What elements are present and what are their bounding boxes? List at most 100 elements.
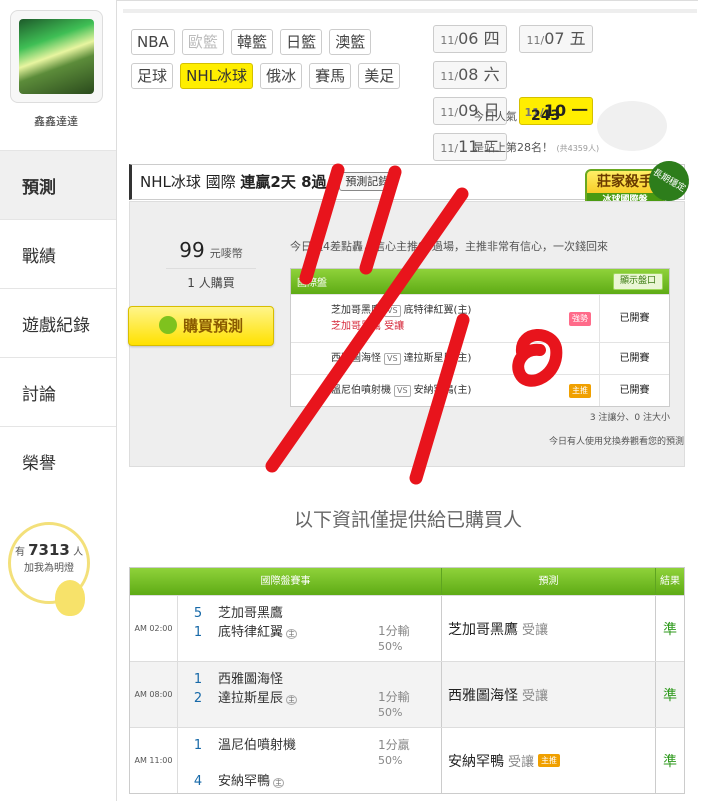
top-divider <box>123 9 697 13</box>
date-weekday: 四 <box>483 29 500 48</box>
team-name: 溫尼伯噴射機 <box>218 738 297 753</box>
popularity-label: 今日人氣 <box>473 110 517 123</box>
username: 鑫鑫達達 <box>34 115 78 128</box>
mini-table-header: 國際盤 顯示盤口 <box>291 269 669 294</box>
tab-korea-basketball[interactable]: 韓籃 <box>230 29 273 55</box>
pick-team: 安納罕鴨 <box>448 753 504 770</box>
pick-type: 受讓 <box>522 623 549 638</box>
pick-tag: 強勢 <box>569 311 591 326</box>
handicap-percent: 50% <box>378 754 403 767</box>
fans-count: 7313 <box>28 541 70 559</box>
tab-football[interactable]: 足球 <box>131 63 174 89</box>
category-tabs: NBA 歐籃 韓籃 日籃 澳籃 足球 NHL冰球 俄冰 賽馬 美足 <box>131 29 421 97</box>
match-time: AM 11:00 <box>130 728 178 793</box>
rank-note: (共4359人) <box>556 144 600 153</box>
tab-nhl[interactable]: NHL冰球 <box>180 63 253 89</box>
home-team: 達拉斯星辰(主) <box>403 352 472 364</box>
match-time: AM 02:00 <box>130 596 178 661</box>
price-block: 99 元嘜幣 1 人購買 <box>166 238 256 291</box>
pick-mark: 主推 <box>538 754 561 767</box>
tab-nba[interactable]: NBA <box>131 29 175 55</box>
table-row: AM 11:00 1 溫尼伯噴射機 4 安納罕鴨主 1分贏 50% 安納罕鴨 受讓 主推… <box>130 727 684 793</box>
pick-team: 西雅圖海怪 <box>448 687 518 704</box>
tab-horse-racing[interactable]: 賽馬 <box>309 63 352 89</box>
sidebar-item-game-log[interactable]: 遊戲紀錄 <box>0 288 116 357</box>
tab-russia-hockey[interactable]: 俄冰 <box>260 63 303 89</box>
date-1106[interactable]: 11/06 四 <box>433 25 507 53</box>
handicap-percent: 50% <box>378 640 403 653</box>
sidebar-item-discussion[interactable]: 討論 <box>0 357 116 426</box>
handicap-percent: 50% <box>378 706 403 719</box>
table-row: AM 08:00 1 西雅圖海怪 2 達拉斯星辰主 1分輸 50% 西雅圖海怪 受讓 … <box>130 661 684 727</box>
popularity-value: 243 <box>531 108 561 124</box>
show-odds-button[interactable]: 顯示盤口 <box>612 273 663 290</box>
buy-prediction-button[interactable]: 購買預測 <box>128 306 274 346</box>
avatar[interactable] <box>10 10 103 103</box>
header-prediction: 預測 <box>442 568 656 595</box>
buyer-count: 1 人購買 <box>166 268 256 291</box>
team-row-away: 1 溫尼伯噴射機 <box>178 734 296 753</box>
prediction-record-button[interactable]: 預測記錄 <box>339 172 396 191</box>
team-name: 底特律紅翼 <box>218 625 284 640</box>
mini-match: 芝加哥黑鷹 VS 底特律紅翼(主) 芝加哥黑鷹 受讓 強勢 <box>291 303 599 335</box>
sidebar-item-honor[interactable]: 榮譽 <box>0 426 116 495</box>
lightbulb-icon <box>55 580 85 616</box>
results-header: 國際盤賽事 預測 結果 <box>130 568 684 595</box>
date-month: 11/ <box>440 142 459 155</box>
date-1108[interactable]: 11/08 六 <box>433 61 507 89</box>
team-row-home: 1 底特律紅翼主 <box>178 621 298 640</box>
score: 5 <box>193 606 203 621</box>
team-name: 西雅圖海怪 <box>218 672 284 687</box>
rank-text: 是站上第28名！ <box>473 141 553 154</box>
sidebar: 鑫鑫達達 預測 戰績 遊戲紀錄 討論 榮譽 有 7313 人 加我為明燈 <box>0 0 116 801</box>
coin-icon <box>158 316 177 334</box>
match-teams: 1 西雅圖海怪 2 達拉斯星辰主 <box>178 662 378 727</box>
results-table: 國際盤賽事 預測 結果 AM 02:00 5 芝加哥黑鷹 1 底特律紅翼主 1分輸 … <box>129 567 685 794</box>
prediction-league: NHL冰球 國際 <box>140 173 236 191</box>
mini-table-title: 國際盤 <box>297 278 327 289</box>
score: 1 <box>193 738 203 753</box>
flower-decoration-icon <box>597 101 667 151</box>
match-teams: 5 芝加哥黑鷹 1 底特律紅翼主 <box>178 596 378 661</box>
date-1107[interactable]: 11/07 五 <box>519 25 594 53</box>
score: 4 <box>193 774 203 789</box>
handicap: 1分輸 50% <box>378 662 442 727</box>
tab-japan-basketball[interactable]: 日籃 <box>280 29 323 55</box>
mini-match: 西雅圖海怪 VS 達拉斯星辰(主) <box>291 351 599 367</box>
fans-prefix: 有 <box>14 547 25 558</box>
match-teams: 1 溫尼伯噴射機 4 安納罕鴨主 <box>178 728 378 793</box>
date-day: 06 <box>458 29 479 48</box>
price-unit: 元嘜幣 <box>209 247 243 260</box>
vs-label: VS <box>384 352 401 365</box>
tab-american-football[interactable]: 美足 <box>358 63 401 89</box>
prediction-card: 99 元嘜幣 1 人購買 購買預測 今日過4差點轟，信心主推99過場，主推非常有… <box>128 201 685 467</box>
prediction-pick: 安納罕鴨 受讓 主推 <box>442 728 656 793</box>
sidebar-item-prediction[interactable]: 預測 <box>0 150 116 219</box>
tab-aus-basketball[interactable]: 澳籃 <box>329 29 372 55</box>
prediction-streak: 連贏2天 8過 <box>240 173 327 191</box>
score: 2 <box>193 691 203 706</box>
popularity: 今日人氣 243 <box>473 108 560 124</box>
handicap: 1分輸 50% <box>378 596 442 661</box>
prediction-pick: 芝加哥黑鷹 受讓 <box>442 596 656 661</box>
buy-button-label: 購買預測 <box>182 317 243 335</box>
team-row-away: 1 西雅圖海怪 <box>178 668 283 687</box>
score: 1 <box>193 625 203 640</box>
pick-type: 受讓 <box>508 755 535 770</box>
handicap-line: 1分輸 <box>378 624 410 638</box>
score: 1 <box>193 672 203 687</box>
sidebar-item-record[interactable]: 戰績 <box>0 219 116 288</box>
result-mark: 準 <box>663 621 677 638</box>
avatar-image <box>19 19 94 94</box>
handicap: 1分贏 50% <box>378 728 442 793</box>
tab-euro-basketball: 歐籃 <box>181 29 224 55</box>
team-name: 芝加哥黑鷹 <box>218 606 284 621</box>
team-row-home: 4 安納罕鴨主 <box>178 770 285 789</box>
result-mark: 準 <box>663 687 677 704</box>
date-weekday: 五 <box>569 29 586 48</box>
home-mark: 主 <box>286 695 298 705</box>
date-month: 11/ <box>526 34 545 47</box>
mini-row: 溫尼伯噴射機 VS 安納罕鴨(主) 主推 已開賽 <box>291 374 669 406</box>
mini-match: 溫尼伯噴射機 VS 安納罕鴨(主) 主推 <box>291 383 599 399</box>
vs-label: VS <box>394 384 411 397</box>
